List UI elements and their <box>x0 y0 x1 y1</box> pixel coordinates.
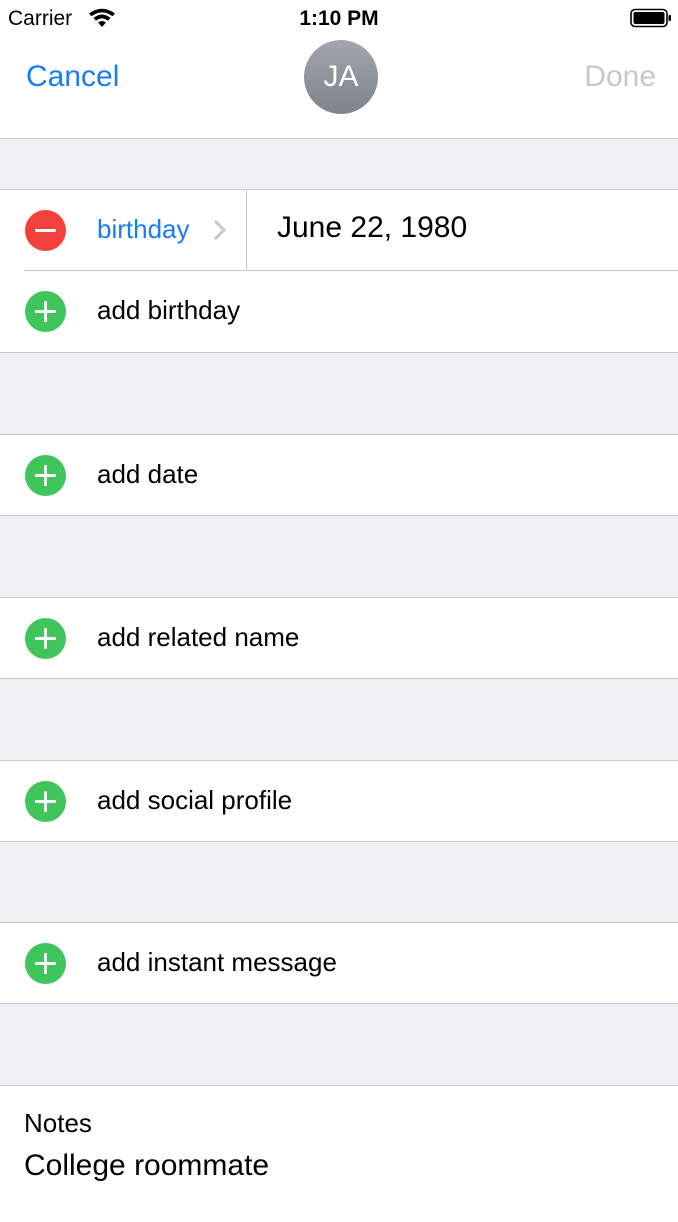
add-date-row[interactable]: add date <box>0 435 678 516</box>
social-profile-section: add social profile <box>0 760 678 842</box>
chevron-right-icon[interactable] <box>213 219 227 241</box>
notes-label: Notes <box>24 1108 92 1138</box>
add-social-profile-row[interactable]: add social profile <box>0 761 678 842</box>
add-icon[interactable] <box>25 618 66 659</box>
birthday-label-button[interactable]: birthday <box>97 214 190 245</box>
add-related-name-row[interactable]: add related name <box>0 598 678 679</box>
add-birthday-label: add birthday <box>97 295 241 325</box>
avatar[interactable]: JA <box>304 40 378 114</box>
row-separator <box>246 190 247 271</box>
add-instant-message-row[interactable]: add instant message <box>0 923 678 1004</box>
notes-text-field[interactable]: College roommate <box>24 1149 269 1183</box>
instant-message-section: add instant message <box>0 922 678 1004</box>
add-icon[interactable] <box>25 781 66 822</box>
add-birthday-row[interactable]: add birthday <box>0 271 678 352</box>
birthday-date-value[interactable]: June 22, 1980 <box>277 211 467 245</box>
done-button[interactable]: Done <box>584 60 656 94</box>
birthday-section: birthday June 22, 1980 add birthday <box>0 189 678 353</box>
cancel-button[interactable]: Cancel <box>26 60 119 94</box>
navigation-bar: Cancel JA Done <box>0 38 678 139</box>
remove-icon[interactable] <box>25 210 66 251</box>
date-section: add date <box>0 434 678 516</box>
add-related-name-label: add related name <box>97 622 300 652</box>
notes-section[interactable]: Notes College roommate <box>0 1085 678 1222</box>
add-date-label: add date <box>97 459 199 489</box>
add-instant-message-label: add instant message <box>97 947 337 977</box>
add-icon[interactable] <box>25 455 66 496</box>
status-bar: Carrier 1:10 PM <box>0 0 678 38</box>
add-social-profile-label: add social profile <box>97 785 293 815</box>
birthday-row: birthday June 22, 1980 <box>0 190 678 271</box>
related-name-section: add related name <box>0 597 678 679</box>
add-icon[interactable] <box>25 943 66 984</box>
add-icon[interactable] <box>25 291 66 332</box>
clock: 1:10 PM <box>299 7 379 30</box>
battery-icon <box>630 8 671 28</box>
